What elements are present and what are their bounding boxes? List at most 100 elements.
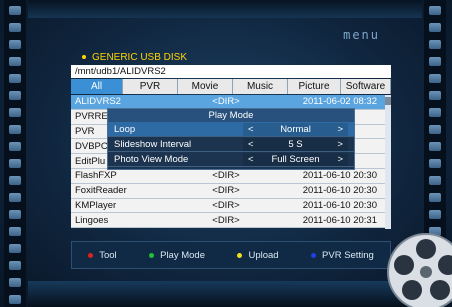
film-perforation: [429, 193, 441, 202]
color-key-dot-icon: [149, 252, 155, 258]
film-perforation: [429, 74, 441, 83]
color-key-dot-icon: [88, 252, 94, 258]
arrow-left-icon[interactable]: <: [248, 124, 254, 135]
film-reel-icon: [387, 233, 452, 307]
source-name: GENERIC USB DISK: [92, 51, 188, 63]
film-perforation: [429, 6, 441, 15]
hint-label: Tool: [99, 249, 117, 261]
bottom-film-strip: [28, 281, 422, 307]
dialog-title: Play Mode: [108, 109, 354, 122]
file-type: <DIR>: [212, 214, 240, 226]
tab-pvr[interactable]: PVR: [123, 79, 178, 94]
film-perforation: [9, 40, 21, 49]
film-perforation: [429, 142, 441, 151]
dialog-option-photo-view-mode[interactable]: Photo View Mode < Full Screen >: [108, 152, 354, 167]
film-perforation: [429, 125, 441, 134]
source-bullet-icon: [82, 55, 86, 59]
file-row[interactable]: Lingoes <DIR> 2011-06-10 20:31: [71, 213, 391, 229]
left-film-perforations: [4, 0, 26, 307]
hint-tool: Tool: [88, 249, 117, 261]
play-mode-dialog: Play Mode Loop < Normal > Slideshow Interval…: [107, 108, 355, 170]
file-date: 2011-06-02 08:32: [302, 96, 377, 108]
film-perforation: [9, 108, 21, 117]
file-name: KMPlayer: [75, 199, 117, 211]
tab-music[interactable]: Music: [233, 79, 288, 94]
film-perforation: [429, 108, 441, 117]
tab-picture[interactable]: Picture: [288, 79, 341, 94]
option-label: Slideshow Interval: [114, 138, 192, 150]
option-value-selector[interactable]: < Full Screen >: [243, 152, 348, 166]
file-date: 2011-06-10 20:31: [302, 214, 377, 226]
file-list-scrollbar[interactable]: [385, 95, 391, 229]
color-key-dot-icon: [237, 252, 243, 258]
option-value: 5 S: [288, 138, 303, 150]
file-row[interactable]: FoxitReader <DIR> 2011-06-10 20:30: [71, 183, 391, 199]
arrow-left-icon[interactable]: <: [248, 154, 254, 165]
hint-play-mode: Play Mode: [149, 250, 205, 261]
top-film-strip: [28, 0, 422, 18]
source-header: GENERIC USB DISK: [76, 50, 388, 64]
hint-label: PVR Setting: [322, 249, 374, 261]
film-perforation: [429, 210, 441, 219]
tab-movie[interactable]: Movie: [178, 79, 233, 94]
option-label: Loop: [114, 123, 136, 135]
film-perforation: [429, 159, 441, 168]
film-perforation: [9, 193, 21, 202]
arrow-right-icon[interactable]: >: [337, 139, 343, 150]
film-perforation: [9, 6, 21, 15]
option-value-selector[interactable]: < Normal >: [243, 122, 348, 136]
dialog-option-loop[interactable]: Loop < Normal >: [108, 122, 354, 137]
film-perforation: [429, 40, 441, 49]
file-row[interactable]: KMPlayer <DIR> 2011-06-10 20:30: [71, 198, 391, 214]
option-value: Normal: [280, 123, 311, 135]
menu-title: menu: [343, 28, 380, 42]
film-perforation: [9, 142, 21, 151]
current-path: /mnt/udb1/ALIDVRS2: [71, 65, 391, 78]
arrow-left-icon[interactable]: <: [248, 139, 254, 150]
file-type: <DIR>: [212, 199, 240, 211]
film-perforation: [9, 125, 21, 134]
film-perforation: [9, 74, 21, 83]
option-value-selector[interactable]: <5 S >: [243, 137, 348, 151]
option-value: Full Screen: [271, 153, 320, 165]
file-date: 2011-06-10 20:30: [302, 170, 377, 182]
file-name: FlashFXP: [75, 170, 117, 182]
hint-upload: Upload: [237, 249, 279, 261]
arrow-right-icon[interactable]: >: [337, 154, 343, 165]
color-key-hint-bar: Tool Play Mode Upload PVR Setting: [71, 241, 391, 269]
film-perforation: [9, 91, 21, 100]
film-perforation: [429, 91, 441, 100]
option-label: Photo View Mode: [114, 153, 189, 165]
file-name: FoxitReader: [75, 185, 127, 197]
film-perforation: [9, 295, 21, 304]
file-name: ALIDVRS2: [75, 96, 121, 108]
film-perforation: [9, 176, 21, 185]
film-perforation: [9, 159, 21, 168]
film-perforation: [9, 278, 21, 287]
hint-label: Upload: [248, 249, 279, 261]
file-date: 2011-06-10 20:30: [302, 199, 377, 211]
dialog-options: Loop < Normal > Slideshow Interval <5 S > Photo…: [108, 122, 354, 167]
film-perforation: [9, 57, 21, 66]
film-perforation: [429, 23, 441, 32]
film-perforation: [9, 244, 21, 253]
tab-all[interactable]: All: [71, 79, 123, 94]
file-type: <DIR>: [212, 96, 240, 108]
film-perforation: [9, 261, 21, 270]
hint-pvr-setting: PVR Setting: [311, 250, 374, 261]
category-tabs: All PVR Movie Music Picture Software: [71, 79, 391, 94]
film-perforation: [9, 210, 21, 219]
film-perforation: [429, 57, 441, 66]
file-row[interactable]: FlashFXP <DIR> 2011-06-10 20:30: [71, 168, 391, 184]
file-date: 2011-06-10 20:30: [302, 185, 377, 197]
color-key-dot-icon: [311, 252, 317, 258]
tab-software[interactable]: Software: [341, 79, 391, 94]
hint-label: Play Mode: [160, 249, 205, 261]
file-type: <DIR>: [212, 170, 240, 182]
dialog-option-slideshow-interval[interactable]: Slideshow Interval <5 S >: [108, 137, 354, 152]
file-name: Lingoes: [75, 214, 109, 226]
scrollbar-thumb[interactable]: [385, 97, 391, 105]
film-perforation: [9, 23, 21, 32]
film-perforation: [429, 176, 441, 185]
arrow-right-icon[interactable]: >: [337, 124, 343, 135]
